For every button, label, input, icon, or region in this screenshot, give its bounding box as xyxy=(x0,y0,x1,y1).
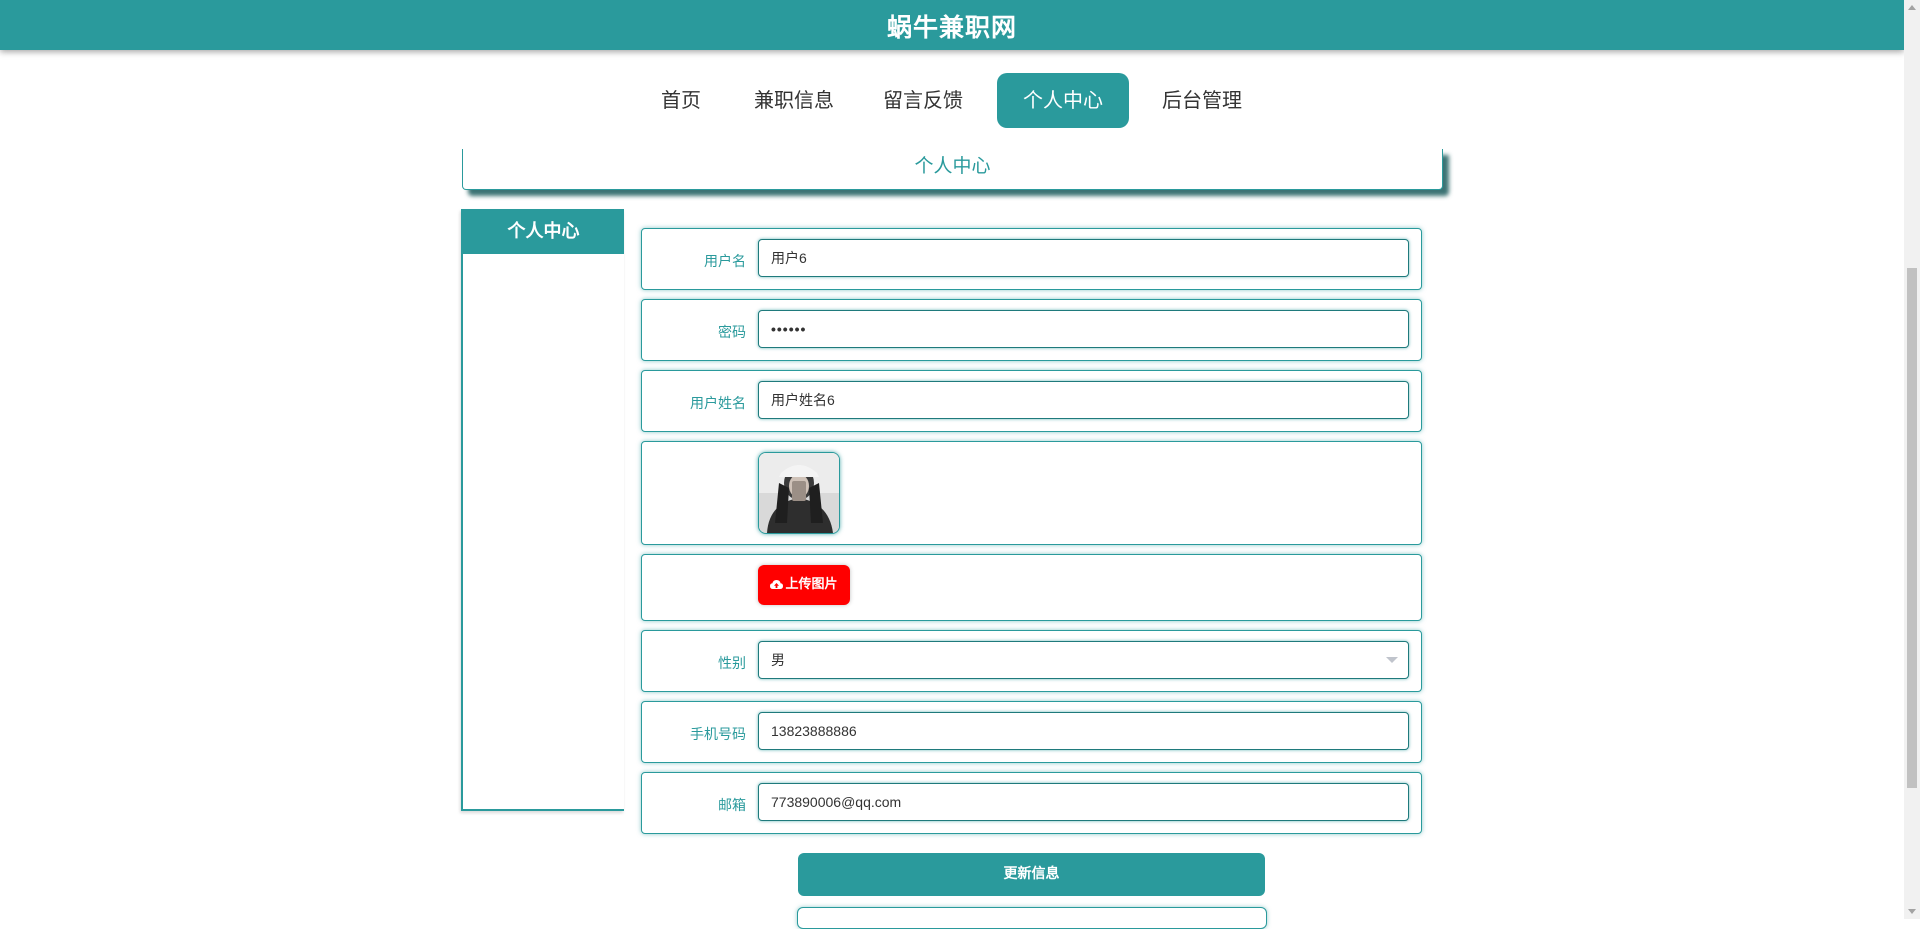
chevron-down-icon xyxy=(1386,657,1398,663)
form-row-gender: 性别 男 xyxy=(641,630,1422,692)
form-row-username: 用户名 用户6 xyxy=(641,228,1422,290)
scroll-thumb[interactable] xyxy=(1907,268,1917,788)
form-row-email: 邮箱 773890006@qq.com xyxy=(641,772,1422,834)
update-info-button[interactable]: 更新信息 xyxy=(798,853,1265,896)
main-nav: 首页 兼职信息 留言反馈 个人中心 后台管理 xyxy=(0,73,1904,128)
nav-item-feedback[interactable]: 留言反馈 xyxy=(873,73,973,128)
nav-item-jobs[interactable]: 兼职信息 xyxy=(744,73,844,128)
gender-selected-value: 男 xyxy=(771,652,785,668)
avatar-photo xyxy=(759,453,839,533)
phone-input[interactable]: 13823888886 xyxy=(758,712,1409,750)
form-row-realname: 用户姓名 用户姓名6 xyxy=(641,370,1422,432)
phone-label: 手机号码 xyxy=(690,727,746,743)
gender-select[interactable]: 男 xyxy=(758,641,1409,679)
form-row-avatar xyxy=(641,441,1422,545)
gender-label: 性别 xyxy=(718,656,746,672)
scroll-up-arrow-icon[interactable] xyxy=(1904,0,1920,16)
cloud-upload-icon xyxy=(770,580,784,589)
sidebar: 个人中心 xyxy=(461,209,624,811)
page-title: 个人中心 xyxy=(914,155,991,177)
upload-image-button[interactable]: 上传图片 xyxy=(758,565,850,605)
top-header-bar: 蜗牛兼职网 xyxy=(0,0,1904,50)
nav-item-home[interactable]: 首页 xyxy=(644,73,718,128)
sidebar-title[interactable]: 个人中心 xyxy=(463,209,624,254)
avatar[interactable] xyxy=(758,452,840,534)
page-scrollbar[interactable] xyxy=(1904,0,1920,919)
form-row-password: 密码 •••••• xyxy=(641,299,1422,361)
password-label: 密码 xyxy=(718,325,746,341)
form-row-phone: 手机号码 13823888886 xyxy=(641,701,1422,763)
password-input[interactable]: •••••• xyxy=(758,310,1409,348)
form-row-upload: 上传图片 xyxy=(641,554,1422,621)
email-input[interactable]: 773890006@qq.com xyxy=(758,783,1409,821)
upload-button-label: 上传图片 xyxy=(785,577,838,592)
site-title: 蜗牛兼职网 xyxy=(886,13,1017,42)
nav-item-personal-center[interactable]: 个人中心 xyxy=(997,73,1129,128)
realname-label: 用户姓名 xyxy=(690,396,746,412)
page-header: 个人中心 xyxy=(462,149,1443,190)
realname-input[interactable]: 用户姓名6 xyxy=(758,381,1409,419)
scroll-down-arrow-icon[interactable] xyxy=(1904,903,1920,919)
email-label: 邮箱 xyxy=(718,798,746,814)
username-label: 用户名 xyxy=(704,254,746,270)
nav-item-admin[interactable]: 后台管理 xyxy=(1152,73,1252,128)
username-input[interactable]: 用户6 xyxy=(758,239,1409,277)
next-section-box xyxy=(797,907,1267,929)
